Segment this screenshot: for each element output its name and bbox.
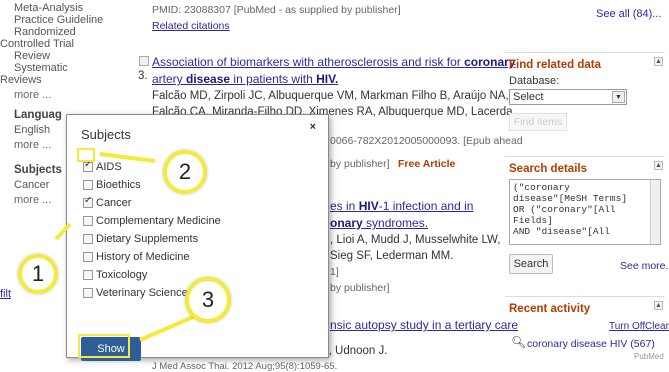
callout-1-pointer [54, 222, 72, 241]
callout-1: 1 [18, 254, 58, 294]
callout-2-pointer [99, 152, 156, 163]
callout-3: 3 [185, 277, 231, 323]
aids-highlight [77, 148, 95, 162]
callout-3-pointer [139, 312, 201, 342]
callout-2: 2 [163, 150, 207, 194]
callout-pointers [54, 152, 201, 342]
show-button-highlight [78, 334, 130, 358]
